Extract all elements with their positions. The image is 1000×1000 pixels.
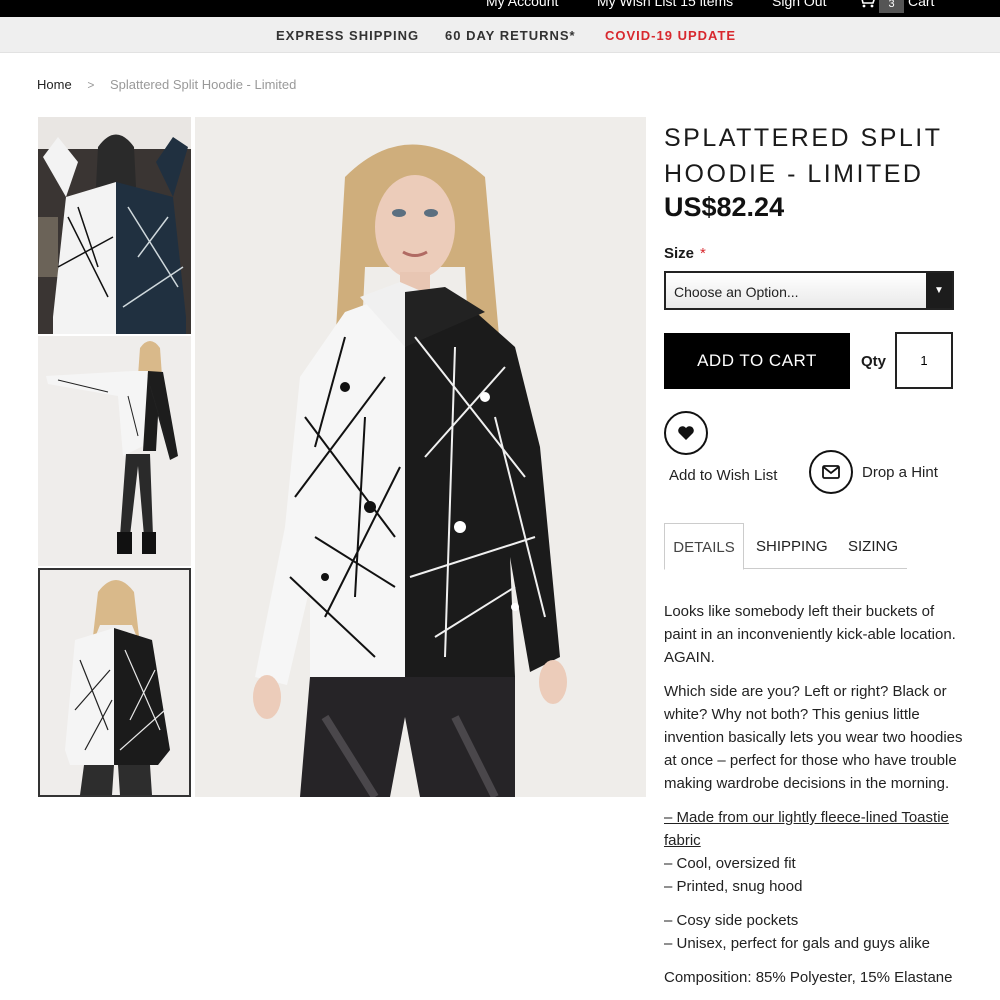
dropdown-arrow-icon[interactable]: ▼ xyxy=(926,273,952,308)
breadcrumb-home[interactable]: Home xyxy=(37,77,72,92)
main-product-image[interactable] xyxy=(195,117,646,797)
drop-hint-button[interactable] xyxy=(809,450,853,494)
product-tabs: DETAILS SHIPPING SIZING xyxy=(664,523,907,570)
toastie-fabric-link[interactable]: – Made from our lightly fleece-lined Toa… xyxy=(664,809,949,849)
product-title-line-1: SPLATTERED SPLIT xyxy=(664,124,943,152)
product-thumbnail-3[interactable] xyxy=(38,568,191,797)
bullet-fit: – Cool, oversized fit xyxy=(664,855,796,872)
promo-bar: EXPRESS SHIPPING 60 DAY RETURNS* COVID-1… xyxy=(0,17,1000,53)
wishlist-button[interactable] xyxy=(664,411,708,455)
product-title: SPLATTERED SPLIT HOODIE - LIMITED xyxy=(664,120,984,192)
tab-sizing[interactable]: SIZING xyxy=(848,523,898,569)
tab-shipping[interactable]: SHIPPING xyxy=(756,523,828,569)
bullet-pockets: – Cosy side pockets xyxy=(664,912,799,929)
cart-icon[interactable] xyxy=(858,0,876,8)
cart-count-badge[interactable]: 3 xyxy=(879,0,904,13)
envelope-icon xyxy=(822,465,840,479)
covid-update-link[interactable]: COVID-19 UPDATE xyxy=(605,28,736,43)
heart-icon xyxy=(678,426,694,440)
bullet-hood: – Printed, snug hood xyxy=(664,878,803,895)
product-thumbnail-1[interactable] xyxy=(38,117,191,334)
returns-link[interactable]: 60 DAY RETURNS* xyxy=(445,28,576,43)
product-description: Looks like somebody left their buckets o… xyxy=(664,600,964,989)
description-paragraph-1: Looks like somebody left their buckets o… xyxy=(664,603,956,666)
breadcrumb-current: Splattered Split Hoodie - Limited xyxy=(109,77,297,92)
product-title-line-2: HOODIE - LIMITED xyxy=(664,160,924,188)
drop-hint-link[interactable]: Drop a Hint xyxy=(862,464,938,481)
required-marker: * xyxy=(700,245,706,262)
bullet-unisex: – Unisex, perfect for gals and guys alik… xyxy=(664,935,930,952)
my-account-link[interactable]: My Account xyxy=(486,0,558,9)
product-price: US$82.24 xyxy=(664,192,785,222)
size-label: Size * xyxy=(664,245,706,262)
size-label-text: Size xyxy=(664,245,695,262)
qty-input[interactable] xyxy=(895,332,953,389)
add-to-wishlist-link[interactable]: Add to Wish List xyxy=(669,467,777,484)
cart-link[interactable]: Cart xyxy=(908,0,934,9)
size-select-value: Choose an Option... xyxy=(674,284,799,300)
account-bar: My Account My Wish List 15 items Sign Ou… xyxy=(0,0,1000,17)
breadcrumb-separator: > xyxy=(87,78,95,92)
my-wishlist-link[interactable]: My Wish List 15 items xyxy=(597,0,733,9)
description-paragraph-2: Which side are you? Left or right? Black… xyxy=(664,683,963,792)
composition-text: Composition: 85% Polyester, 15% Elastane xyxy=(664,969,953,986)
sign-out-link[interactable]: Sign Out xyxy=(772,0,826,9)
size-select[interactable]: Choose an Option... ▼ xyxy=(664,271,954,310)
tab-details[interactable]: DETAILS xyxy=(664,523,744,570)
breadcrumb: Home > Splattered Split Hoodie - Limited xyxy=(37,77,296,92)
express-shipping-link[interactable]: EXPRESS SHIPPING xyxy=(276,28,419,43)
product-thumbnail-2[interactable] xyxy=(38,336,191,566)
add-to-cart-button[interactable]: ADD TO CART xyxy=(664,333,850,389)
qty-label: Qty xyxy=(861,353,887,370)
